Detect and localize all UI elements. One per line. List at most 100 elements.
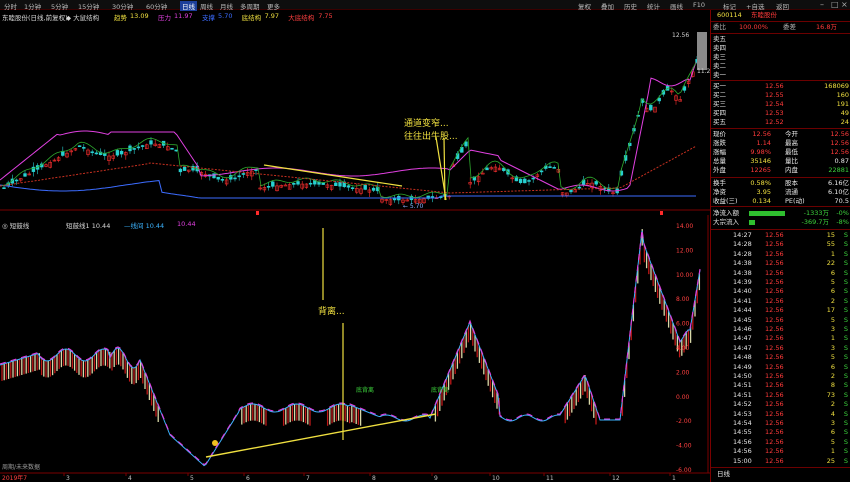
candle-body bbox=[527, 180, 531, 182]
tick-row[interactable]: 14:51 12.56 73 S bbox=[711, 391, 850, 400]
chart-canvas[interactable]: 12.56 11.20 ← 5.70 通道变窄...往往出牛股... 背离... 底背离 底… bbox=[0, 10, 710, 482]
divider bbox=[711, 229, 850, 230]
candle-body bbox=[539, 170, 544, 173]
sub-indicator-value: 短鼓线1 10.44 bbox=[66, 222, 111, 230]
bid-row[interactable]: 买三 12.54 191 bbox=[711, 100, 850, 109]
indicator-value: 13.09 bbox=[130, 12, 149, 20]
tick-row[interactable]: 14:38 12.56 6 S bbox=[711, 269, 850, 278]
annotation-arrow bbox=[263, 164, 403, 187]
indicator-label: 底结构 bbox=[241, 14, 262, 22]
indicator-value: 11.97 bbox=[174, 12, 193, 20]
tick-row[interactable]: 14:46 12.56 3 S bbox=[711, 325, 850, 334]
tick-row[interactable]: 14:50 12.56 2 S bbox=[711, 372, 850, 381]
indicator-label: 趋势 bbox=[114, 14, 127, 22]
indicator-name: ◆ 大鼠结构 bbox=[66, 14, 100, 22]
candle-body bbox=[548, 166, 552, 168]
tick-row[interactable]: 15:00 12.56 25 S bbox=[711, 457, 850, 466]
signal-dot bbox=[212, 440, 218, 446]
stock-code: 600114 bbox=[717, 11, 742, 19]
candle-body bbox=[77, 145, 82, 148]
stat-row: 涨跌 1.14 最高 12.56 bbox=[713, 139, 849, 147]
y-tick-label: 4.00 bbox=[676, 345, 690, 352]
tick-row[interactable]: 14:28 12.56 55 S bbox=[711, 240, 850, 249]
divider bbox=[711, 467, 850, 468]
candle-body bbox=[271, 181, 275, 187]
quote-panel: 600114 东睦股份 委比 100.00% 委差 16.8万 卖五 卖四 卖三 卖二… bbox=[710, 10, 850, 482]
ask-row[interactable]: 卖三 bbox=[711, 53, 850, 62]
x-tick-label: 9 bbox=[434, 475, 438, 482]
tick-row[interactable]: 14:47 12.56 3 S bbox=[711, 344, 850, 353]
sub-annotation: 背离... bbox=[318, 305, 345, 317]
bid-row[interactable]: 买五 12.52 24 bbox=[711, 118, 850, 127]
tick-row[interactable]: 14:56 12.56 1 S bbox=[711, 447, 850, 456]
candle-body bbox=[170, 147, 174, 150]
candle-body bbox=[464, 141, 468, 147]
tick-row[interactable]: 14:52 12.56 2 S bbox=[711, 400, 850, 409]
tick-row[interactable]: 14:48 12.56 5 S bbox=[711, 353, 850, 362]
share-row: 换手 0.58% 股本 6.16亿 bbox=[713, 179, 849, 187]
tick-row[interactable]: 14:27 12.56 15 S bbox=[711, 231, 850, 240]
candle-body bbox=[254, 169, 258, 171]
main-annotation: 通道变窄... bbox=[404, 117, 449, 129]
tick-row[interactable]: 14:47 12.56 1 S bbox=[711, 334, 850, 343]
tick-row[interactable]: 14:28 12.56 1 S bbox=[711, 250, 850, 259]
candle-body bbox=[2, 187, 6, 190]
tick-row[interactable]: 14:40 12.56 6 S bbox=[711, 287, 850, 296]
x-tick-label: 4 bbox=[128, 475, 132, 482]
tick-row[interactable]: 14:53 12.56 4 S bbox=[711, 410, 850, 419]
candle-body bbox=[363, 184, 367, 190]
tick-row[interactable]: 14:51 12.56 8 S bbox=[711, 381, 850, 390]
bid-row[interactable]: 买一 12.56 168069 bbox=[711, 82, 850, 91]
ask-row[interactable]: 卖二 bbox=[711, 62, 850, 71]
stat-row: 涨幅 9.98% 最低 12.56 bbox=[713, 148, 849, 156]
candle-body bbox=[216, 176, 220, 180]
candle-body bbox=[657, 97, 661, 102]
candle-body bbox=[485, 167, 489, 171]
share-row: 收益(三) 0.134 PE(动) 70.5 bbox=[713, 197, 849, 205]
sub-indicator-name: ◎ 短鼓线 bbox=[2, 222, 30, 230]
candle-body bbox=[115, 150, 120, 156]
event-marker bbox=[256, 211, 259, 215]
low-price-label: ← 5.70 bbox=[403, 203, 423, 210]
indicator-label: 支撑 bbox=[202, 14, 215, 22]
hint-text: 周期/未来数据 bbox=[2, 463, 40, 471]
minimize-icon[interactable]: – bbox=[820, 0, 824, 9]
bid-row[interactable]: 买四 12.53 49 bbox=[711, 109, 850, 118]
y-tick-label: -4.00 bbox=[676, 443, 692, 450]
menu-bar: 分时 1分钟 5分钟 15分钟 30分钟 60分钟 日线 周线 月线 多周期 更多 复权 叠加 历史 统计… bbox=[0, 0, 850, 11]
x-tick-label: 5 bbox=[190, 475, 194, 482]
tick-row[interactable]: 14:55 12.56 6 S bbox=[711, 428, 850, 437]
candle-body bbox=[518, 178, 523, 183]
trend-line bbox=[0, 62, 697, 198]
ask-row[interactable]: 卖四 bbox=[711, 44, 850, 53]
bid-row[interactable]: 买二 12.55 160 bbox=[711, 91, 850, 100]
price-highlight bbox=[697, 32, 707, 70]
close-icon[interactable]: × bbox=[841, 0, 848, 9]
menu-item[interactable]: F10 bbox=[693, 1, 705, 9]
candle-body bbox=[220, 178, 225, 181]
signal-label: 底背离 bbox=[356, 386, 374, 394]
candle-body bbox=[321, 182, 325, 185]
tick-row[interactable]: 14:44 12.56 17 S bbox=[711, 306, 850, 315]
candle-body bbox=[338, 182, 342, 187]
x-tick-label: 6 bbox=[246, 475, 250, 482]
chart-area[interactable]: 12.56 11.20 ← 5.70 通道变窄...往往出牛股... 背离... 底背离 底… bbox=[0, 10, 710, 482]
candle-body bbox=[140, 145, 145, 147]
y-tick-label: 6.00 bbox=[676, 321, 690, 328]
stock-name: 东睦股份 bbox=[751, 11, 777, 19]
tick-row[interactable]: 14:38 12.56 22 S bbox=[711, 259, 850, 268]
divider bbox=[711, 128, 850, 129]
tick-row[interactable]: 14:39 12.56 5 S bbox=[711, 278, 850, 287]
ask-row[interactable]: 卖五 bbox=[711, 35, 850, 44]
event-marker bbox=[660, 211, 663, 215]
flow-row: 净流入额 -1333万 -0% bbox=[713, 209, 849, 217]
maximize-icon[interactable]: □ bbox=[831, 0, 839, 9]
high-price-label: 12.56 bbox=[672, 32, 689, 39]
ask-row[interactable]: 卖一 bbox=[711, 71, 850, 80]
indicator-value: 7.97 bbox=[264, 12, 280, 20]
tick-row[interactable]: 14:41 12.56 2 S bbox=[711, 297, 850, 306]
tick-row[interactable]: 14:49 12.56 6 S bbox=[711, 363, 850, 372]
tick-row[interactable]: 14:45 12.56 5 S bbox=[711, 316, 850, 325]
tick-row[interactable]: 14:56 12.56 5 S bbox=[711, 438, 850, 447]
tick-row[interactable]: 14:54 12.56 3 S bbox=[711, 419, 850, 428]
